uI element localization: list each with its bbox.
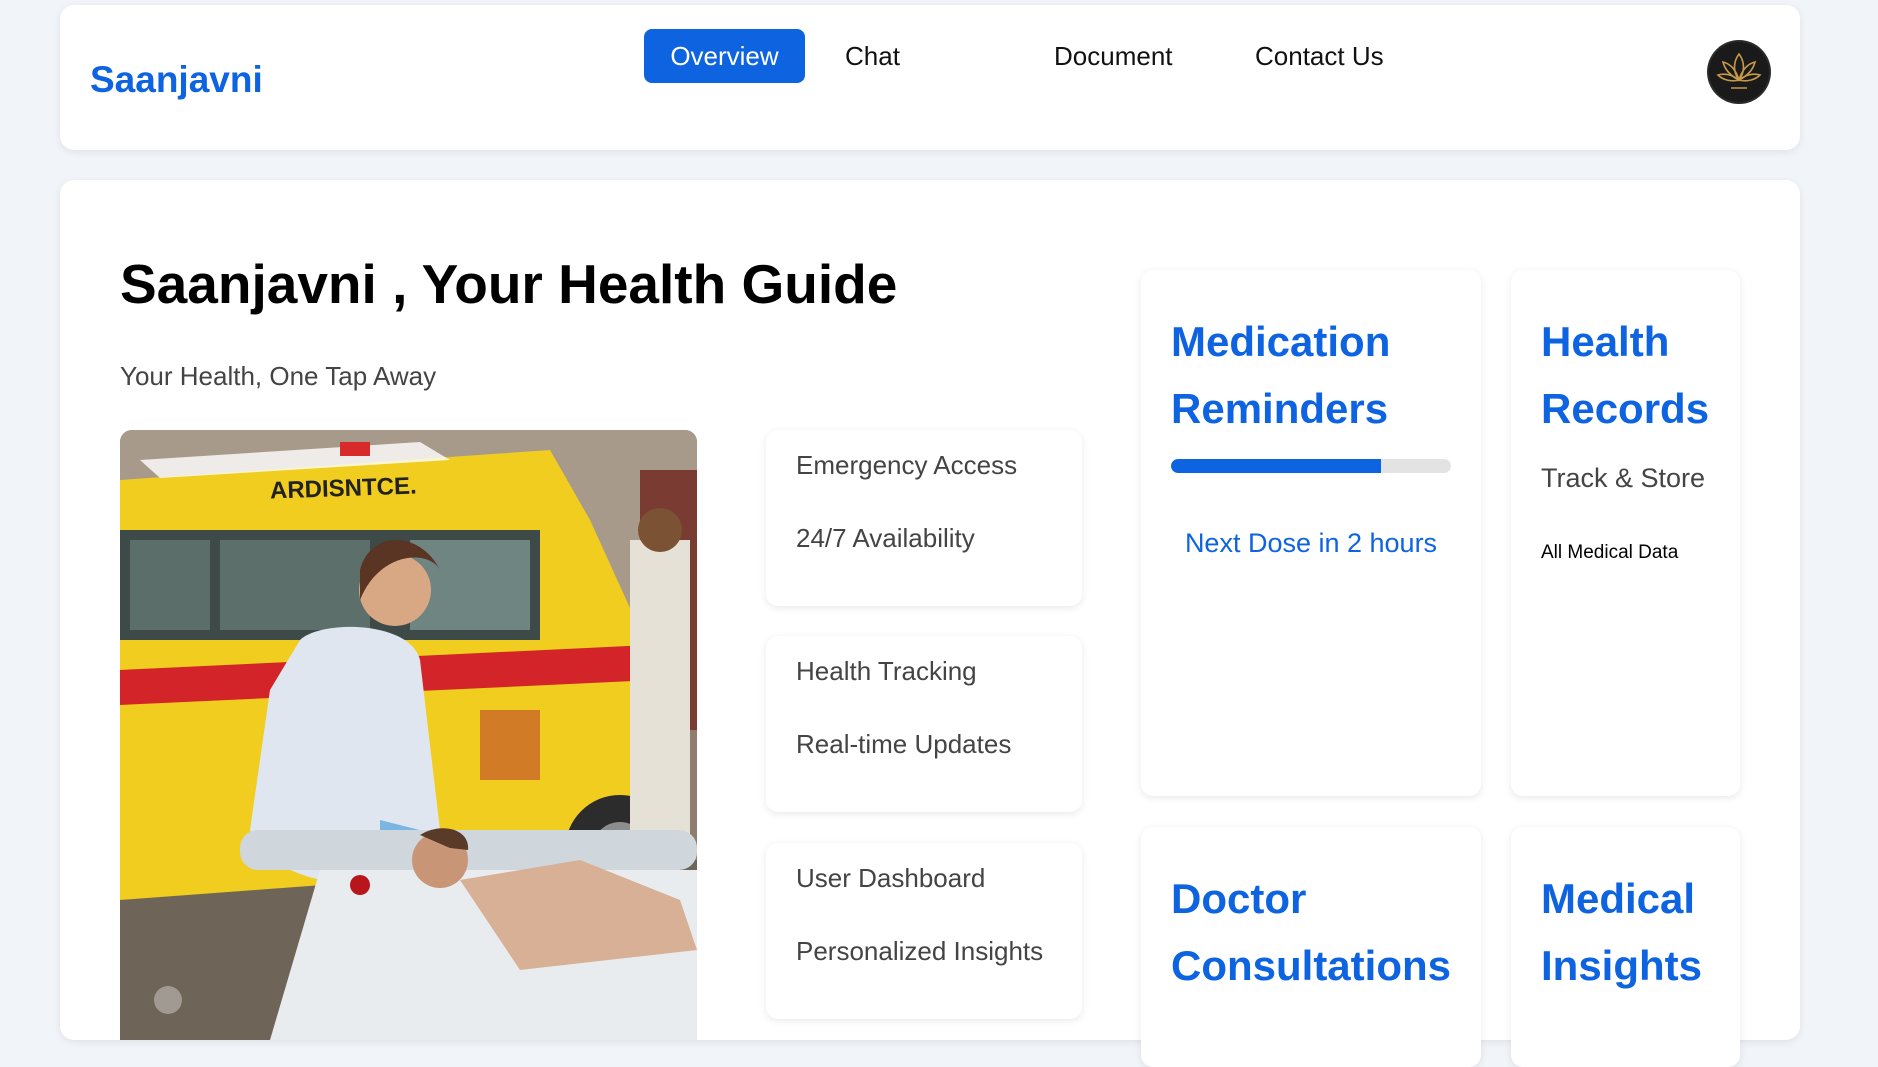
top-navbar: Saanjavni Overview Chat Document Contact… [60,5,1800,150]
service-title-line: Medication [1171,318,1391,365]
service-title-line: Reminders [1171,385,1389,432]
service-title: Doctor Consultations [1171,865,1451,999]
nav-contact-us[interactable]: Contact Us [1255,29,1384,83]
service-title-line: Health [1541,318,1670,365]
service-title: Health Records [1541,308,1709,442]
next-dose-text: Next Dose in 2 hours [1184,528,1438,558]
medication-progress-bar [1171,459,1451,473]
service-title-line: Consultations [1171,942,1451,989]
ambulance-sign-text: ARDISNTCE. [269,472,418,505]
feature-card-user-dashboard[interactable]: User Dashboard Personalized Insights [766,843,1082,1019]
nav-document[interactable]: Document [1054,29,1173,83]
service-title: Medication Reminders [1171,308,1390,442]
avatar[interactable] [1709,42,1769,102]
service-card-doctor-consultations[interactable]: Doctor Consultations [1141,827,1481,1067]
feature-subtitle: 24/7 Availability [796,523,975,553]
main-panel: Saanjavni , Your Health Guide Your Healt… [60,180,1800,1067]
ambulance-hero-image: ARDISNTCE. [120,430,697,1040]
page-title: Saanjavni , Your Health Guide [120,253,898,315]
feature-card-emergency[interactable]: Emergency Access 24/7 Availability [766,430,1082,606]
feature-subtitle: Real-time Updates [796,729,1012,759]
feature-title: Emergency Access [796,450,1018,480]
service-title-line: Medical [1541,875,1696,922]
brand-logo-text[interactable]: Saanjavni [90,59,263,101]
service-card-medical-insights[interactable]: Medical Insights [1511,827,1740,1067]
service-title: Medical Insights [1541,865,1702,999]
service-title-line: Records [1541,385,1710,432]
service-card-health-records[interactable]: Health Records Track & Store All Medical… [1511,270,1740,796]
nav-chat[interactable]: Chat [845,29,900,83]
nav-overview[interactable]: Overview [644,29,805,83]
medication-progress-fill [1171,459,1381,473]
records-description: All Medical Data [1541,542,1679,563]
feature-subtitle: Personalized Insights [796,936,1044,966]
feature-title: User Dashboard [796,863,986,893]
records-tagline: Track & Store [1541,463,1706,493]
ambulance-illustration [120,430,697,1040]
feature-card-health-tracking[interactable]: Health Tracking Real-time Updates [766,636,1082,812]
service-card-medication-reminders[interactable]: Medication Reminders Next Dose in 2 hour… [1141,270,1481,796]
service-title-line: Doctor [1171,875,1307,922]
lotus-logo-icon [1710,43,1768,101]
page-subtitle: Your Health, One Tap Away [120,361,437,391]
feature-title: Health Tracking [796,656,977,686]
service-title-line: Insights [1541,942,1703,989]
